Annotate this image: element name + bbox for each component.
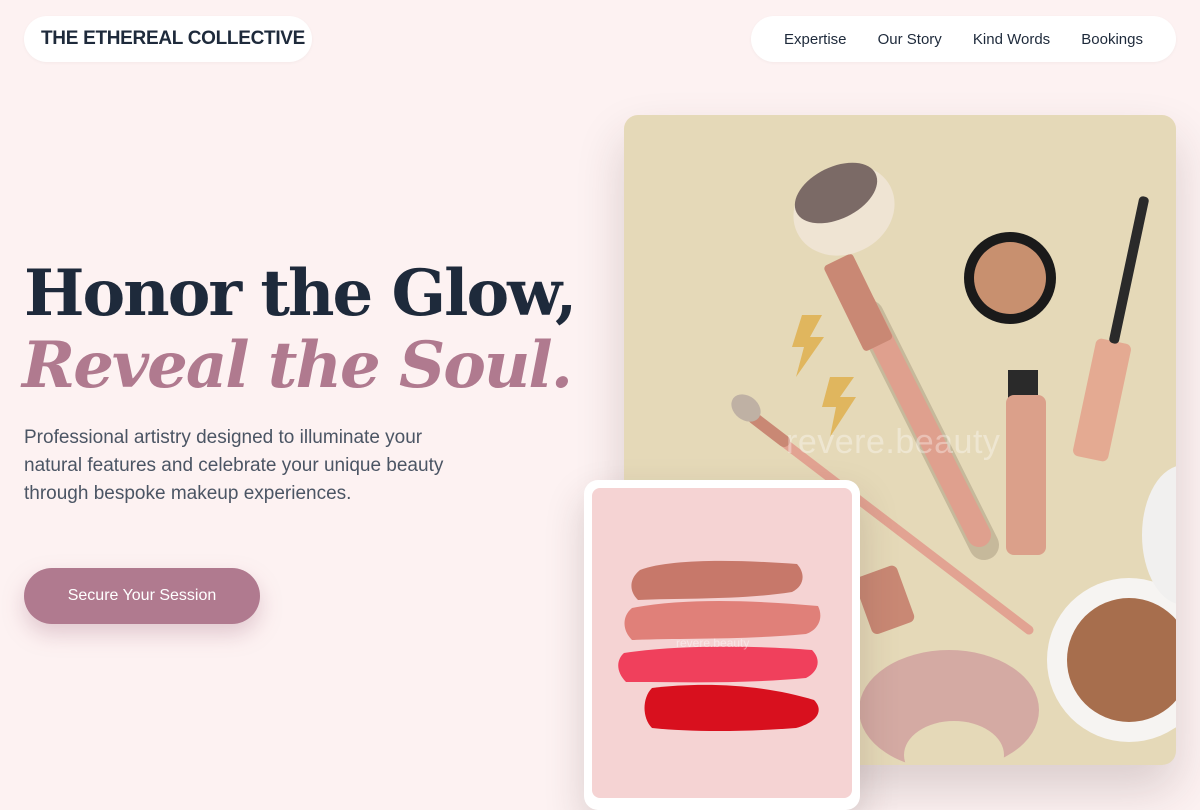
nav-item-bookings[interactable]: Bookings [1081, 31, 1143, 48]
lip-gloss [854, 565, 915, 635]
hero-headline: Honor the Glow, [24, 256, 577, 331]
brand-logo[interactable]: THE ETHEREAL COLLECTIVE [24, 16, 312, 62]
swatch-nude [631, 560, 803, 600]
swatch-red [644, 684, 819, 731]
nav-item-expertise[interactable]: Expertise [784, 31, 847, 48]
swatch-image-card: revere.beauty [584, 480, 860, 810]
cosmetic-tube [1006, 370, 1046, 555]
lipstick-swatches-image: revere.beauty [592, 488, 852, 798]
hero-description: Professional artistry designed to illumi… [24, 427, 444, 504]
mascara [1073, 196, 1149, 462]
swatch-pink [618, 646, 818, 683]
nav-item-our-story[interactable]: Our Story [878, 31, 942, 48]
bronzer-compact [1047, 466, 1176, 742]
swatch-coral [624, 601, 821, 640]
earring-left [792, 315, 824, 377]
secure-session-button[interactable]: Secure Your Session [24, 568, 260, 624]
blush-pot [964, 232, 1056, 324]
nav-item-kind-words[interactable]: Kind Words [973, 31, 1050, 48]
velvet-scrunchie [859, 650, 1039, 765]
hero-watermark: revere.beauty [786, 423, 1001, 461]
main-nav: Expertise Our Story Kind Words Bookings [751, 16, 1176, 62]
hero-headline-accent: Reveal the Soul. [22, 328, 573, 403]
swatch-watermark: revere.beauty [676, 636, 750, 650]
